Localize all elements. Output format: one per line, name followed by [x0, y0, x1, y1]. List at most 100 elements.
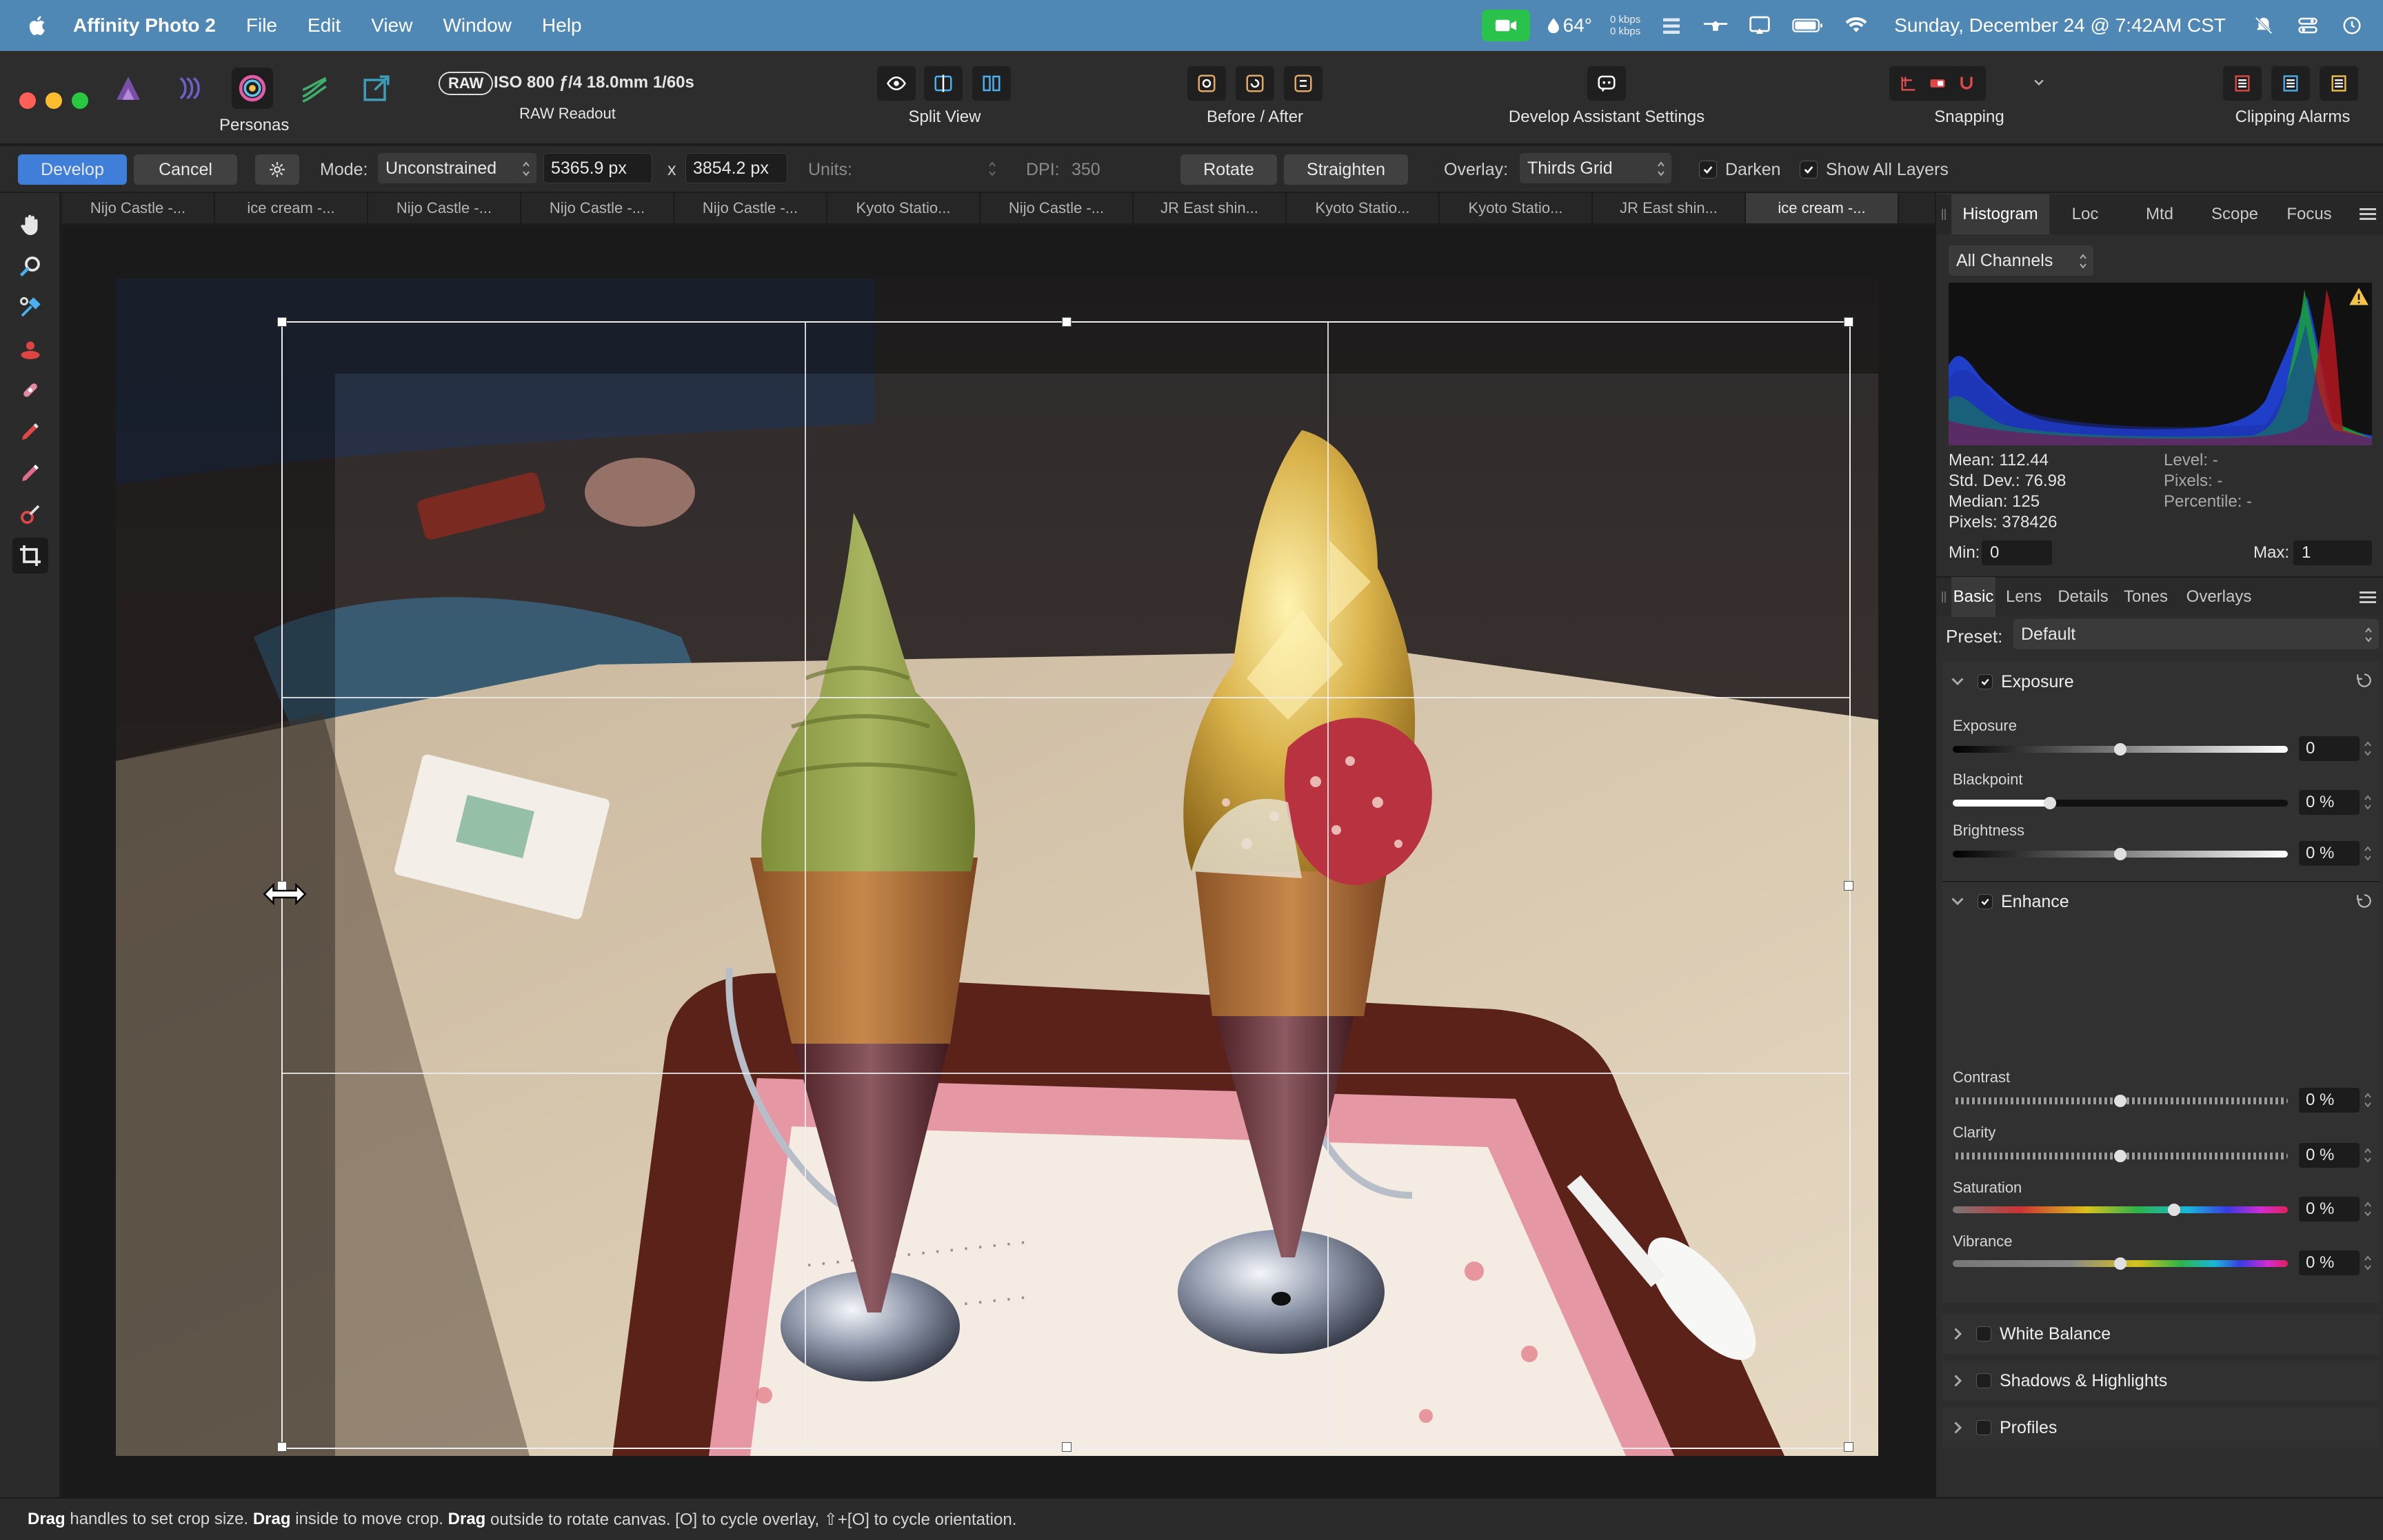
saturation-slider[interactable]: [1953, 1204, 2288, 1216]
crop-handle-bottom-right[interactable]: [1844, 1442, 1853, 1452]
doc-tab[interactable]: Nijo Castle -...: [521, 193, 674, 223]
exposure-value-field[interactable]: 0: [2299, 736, 2360, 761]
crop-handle-top[interactable]: [1062, 317, 1072, 327]
enhance-enable-checkbox[interactable]: [1978, 894, 1993, 909]
network-speed[interactable]: 0 kbps 0 kbps: [1610, 14, 1640, 37]
develop-persona-icon[interactable]: [232, 68, 273, 109]
profiles-section[interactable]: Profiles: [1942, 1408, 2380, 1448]
units-select[interactable]: [861, 153, 1003, 183]
contrast-slider[interactable]: [1953, 1095, 2288, 1107]
rotate-button[interactable]: Rotate: [1180, 154, 1277, 185]
white-balance-section[interactable]: White Balance: [1942, 1314, 2380, 1354]
before-after-compare-icon[interactable]: [1236, 66, 1274, 101]
menubar-datetime[interactable]: Sunday, December 24 @ 7:42AM CST: [1894, 14, 2226, 37]
view-hand-tool-icon[interactable]: [12, 207, 48, 243]
split-view-full-icon[interactable]: [877, 66, 916, 101]
brightness-value-field[interactable]: 0 %: [2299, 841, 2360, 866]
split-view-mirrored-icon[interactable]: [972, 66, 1011, 101]
drone-icon[interactable]: [1702, 12, 1729, 39]
crop-handle-bottom-left[interactable]: [277, 1442, 287, 1452]
close-window-button[interactable]: [19, 92, 36, 109]
channel-select[interactable]: All Channels: [1949, 245, 2093, 276]
cancel-button[interactable]: Cancel: [134, 154, 237, 185]
straighten-button[interactable]: Straighten: [1284, 154, 1408, 185]
brightness-slider-knob[interactable]: [2114, 848, 2126, 860]
menu-edit[interactable]: Edit: [308, 14, 341, 37]
exposure-section-header[interactable]: Exposure: [1942, 662, 2380, 702]
zoom-window-button[interactable]: [72, 92, 88, 109]
menu-file[interactable]: File: [246, 14, 277, 37]
weather-status[interactable]: 64°: [1547, 14, 1592, 37]
blackpoint-slider-knob[interactable]: [2043, 797, 2056, 809]
clarity-stepper-icon[interactable]: [2364, 1146, 2372, 1165]
contrast-slider-knob[interactable]: [2114, 1095, 2126, 1107]
brightness-slider[interactable]: [1953, 848, 2288, 860]
snapping-dropdown-icon[interactable]: [2034, 77, 2044, 90]
white-balance-enable-checkbox[interactable]: [1976, 1326, 1991, 1341]
vibrance-value-field[interactable]: 0 %: [2299, 1250, 2360, 1275]
show-all-layers-checkbox[interactable]: [1800, 161, 1818, 179]
battery-icon[interactable]: [1791, 12, 1825, 39]
tone-mapping-persona-icon[interactable]: [294, 68, 335, 109]
export-persona-icon[interactable]: [356, 68, 397, 109]
camera-in-use-icon[interactable]: [1481, 10, 1530, 41]
preset-select[interactable]: Default: [2013, 619, 2379, 649]
blackpoint-slider[interactable]: [1953, 797, 2288, 809]
menu-window[interactable]: Window: [443, 14, 512, 37]
clipping-warning-icon[interactable]: [2349, 287, 2369, 310]
doc-tab[interactable]: Kyoto Statio...: [1440, 193, 1593, 223]
crop-handle-top-left[interactable]: [277, 317, 287, 327]
screen-mirroring-icon[interactable]: [1747, 12, 1773, 39]
panel-menu-icon[interactable]: [2360, 208, 2376, 221]
crop-tool-icon[interactable]: [12, 538, 48, 574]
doc-tab[interactable]: Nijo Castle -...: [674, 193, 827, 223]
menu-view[interactable]: View: [371, 14, 412, 37]
crop-handle-right[interactable]: [1844, 881, 1853, 891]
mode-select[interactable]: Unconstrained: [378, 153, 536, 183]
document-canvas[interactable]: · · · · · · · · · · · · · · · · · · · · …: [62, 226, 1935, 1497]
red-eye-tool-icon[interactable]: [12, 331, 48, 367]
clock-icon[interactable]: [2339, 12, 2365, 39]
doc-tab[interactable]: JR East shin...: [1134, 193, 1287, 223]
vibrance-stepper-icon[interactable]: [2364, 1253, 2372, 1273]
crop-handle-top-right[interactable]: [1844, 317, 1853, 327]
panel-menu-icon[interactable]: [2360, 591, 2376, 604]
min-field[interactable]: 0: [1982, 540, 2052, 565]
darken-checkbox[interactable]: [1699, 161, 1717, 179]
vibrance-slider[interactable]: [1953, 1257, 2288, 1270]
wifi-icon[interactable]: [1843, 12, 1869, 39]
exposure-slider[interactable]: [1953, 743, 2288, 756]
shadows-highlights-enable-checkbox[interactable]: [1976, 1373, 1991, 1388]
develop-button[interactable]: Develop: [18, 154, 127, 185]
apple-icon[interactable]: [26, 14, 50, 37]
panel-grip-icon[interactable]: [1936, 577, 1951, 617]
tab-loc[interactable]: Loc: [2049, 194, 2121, 234]
doc-tab[interactable]: Nijo Castle -...: [62, 193, 215, 223]
reset-icon[interactable]: [2355, 671, 2373, 689]
overlay-gradient-icon[interactable]: [12, 496, 48, 532]
before-after-swap-icon[interactable]: [1284, 66, 1323, 101]
photo-persona-icon[interactable]: [108, 68, 149, 109]
clarity-value-field[interactable]: 0 %: [2299, 1143, 2360, 1168]
tab-tones[interactable]: Tones: [2114, 577, 2178, 617]
control-center-icon[interactable]: [2295, 12, 2321, 39]
exposure-stepper-icon[interactable]: [2364, 739, 2372, 758]
shadows-highlights-section[interactable]: Shadows & Highlights: [1942, 1361, 2380, 1401]
exposure-enable-checkbox[interactable]: [1978, 674, 1993, 689]
tab-overlays[interactable]: Overlays: [2178, 577, 2260, 617]
panel-grip-icon[interactable]: [1936, 194, 1951, 234]
tab-details[interactable]: Details: [2052, 577, 2114, 617]
contrast-value-field[interactable]: 0 %: [2299, 1088, 2360, 1113]
enhance-section-header[interactable]: Enhance: [1942, 881, 2380, 921]
saturation-stepper-icon[interactable]: [2364, 1199, 2372, 1219]
clarity-slider-knob[interactable]: [2114, 1150, 2126, 1162]
overlay-select[interactable]: Thirds Grid: [1520, 153, 1671, 183]
menu-app-name[interactable]: Affinity Photo 2: [73, 14, 216, 37]
brightness-stepper-icon[interactable]: [2364, 844, 2372, 863]
blackpoint-value-field[interactable]: 0 %: [2299, 790, 2360, 815]
white-balance-picker-icon[interactable]: [12, 290, 48, 325]
zoom-tool-icon[interactable]: [12, 248, 48, 284]
saturation-value-field[interactable]: 0 %: [2299, 1197, 2360, 1222]
clipping-shadows-icon[interactable]: [2223, 66, 2262, 101]
doc-tab[interactable]: Kyoto Statio...: [1287, 193, 1440, 223]
